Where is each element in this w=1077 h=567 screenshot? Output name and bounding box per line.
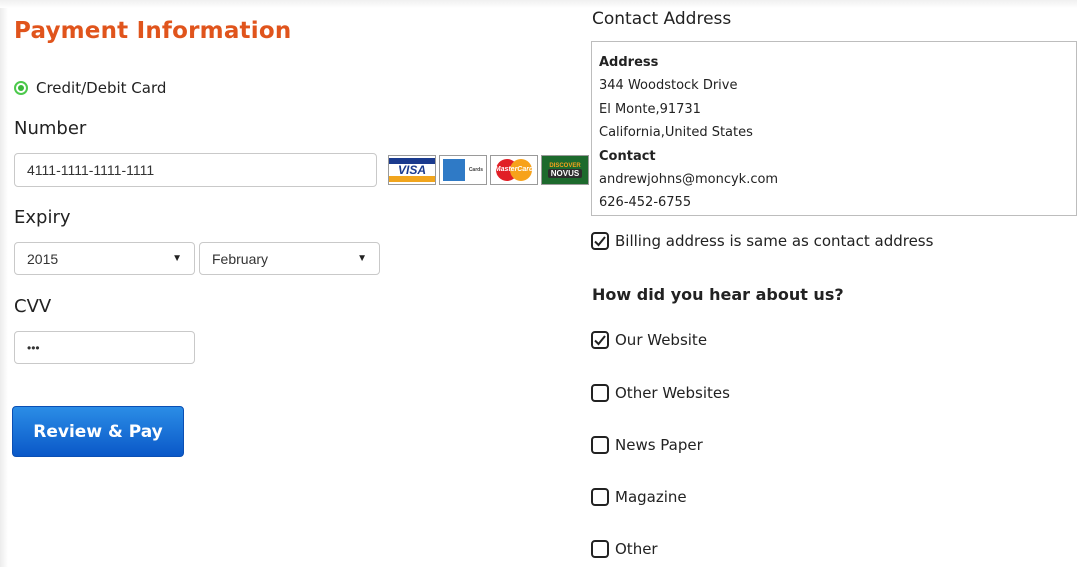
our-website-checkbox[interactable] [591,331,609,349]
survey-option-magazine[interactable]: Magazine [591,488,687,506]
contact-address-title: Contact Address [592,9,732,29]
card-logos: VISA Cards MasterCard DISCOVER NOVUS [388,155,589,185]
chevron-down-icon: ▼ [172,253,182,264]
billing-same-checkbox[interactable] [591,232,609,250]
address-line: 344 Woodstock Drive [599,78,738,94]
page-shadow-left [0,0,8,567]
survey-option-news-paper[interactable]: News Paper [591,436,703,454]
page-shadow-top [0,0,1077,8]
other-checkbox[interactable] [591,540,609,558]
page-title: Payment Information [14,18,292,44]
payment-method-radio[interactable]: Credit/Debit Card [14,79,166,97]
contact-email: andrewjohns@moncyk.com [599,172,779,188]
address-line: El Monte,91731 [599,101,701,117]
expiry-year-select[interactable]: 2015 ▼ [14,242,195,275]
survey-option-other-websites[interactable]: Other Websites [591,384,730,402]
contact-phone: 626-452-6755 [599,195,692,211]
review-pay-button[interactable]: Review & Pay [12,406,184,457]
visa-logo-icon: VISA [388,155,436,185]
discover-logo-text: DISCOVER [549,162,581,169]
survey-option-label: Other Websites [615,384,730,402]
novus-logo-text: NOVUS [547,168,583,178]
survey-option-other[interactable]: Other [591,540,658,558]
survey-option-label: Magazine [615,488,687,506]
contact-address-box: Address 344 Woodstock Drive El Monte,917… [591,41,1077,216]
checkmark-icon [594,335,606,346]
amex-logo-text: Cards [468,167,483,173]
cvv-label: CVV [14,296,52,317]
amex-logo-icon: Cards [439,155,487,185]
address-heading: Address [599,55,659,70]
survey-option-label: Our Website [615,331,708,349]
visa-logo-text: VISA [397,163,426,177]
cvv-input[interactable]: ••• [14,331,195,364]
chevron-down-icon: ▼ [357,253,367,264]
expiry-year-value: 2015 [27,250,59,267]
payment-method-label: Credit/Debit Card [36,79,167,97]
survey-option-our-website[interactable]: Our Website [591,331,707,349]
billing-same-checkbox-row[interactable]: Billing address is same as contact addre… [591,232,933,250]
expiry-month-value: February [212,250,269,267]
card-number-input[interactable]: 4111-1111-1111-1111 [14,153,377,187]
mastercard-logo-text: MasterCard [494,166,534,173]
address-line: California,United States [599,125,753,141]
news-paper-checkbox[interactable] [591,436,609,454]
expiry-month-select[interactable]: February ▼ [199,242,380,275]
magazine-checkbox[interactable] [591,488,609,506]
number-label: Number [14,118,87,139]
discover-logo-icon: DISCOVER NOVUS [541,155,589,185]
survey-option-label: News Paper [615,436,703,454]
checkmark-icon [594,236,606,247]
radio-selected-icon[interactable] [14,81,28,95]
survey-question: How did you hear about us? [592,285,844,304]
contact-heading: Contact [599,148,656,164]
expiry-label: Expiry [14,207,71,228]
mastercard-logo-icon: MasterCard [490,155,538,185]
survey-option-label: Other [615,540,658,558]
other-websites-checkbox[interactable] [591,384,609,402]
billing-same-label: Billing address is same as contact addre… [615,232,934,250]
